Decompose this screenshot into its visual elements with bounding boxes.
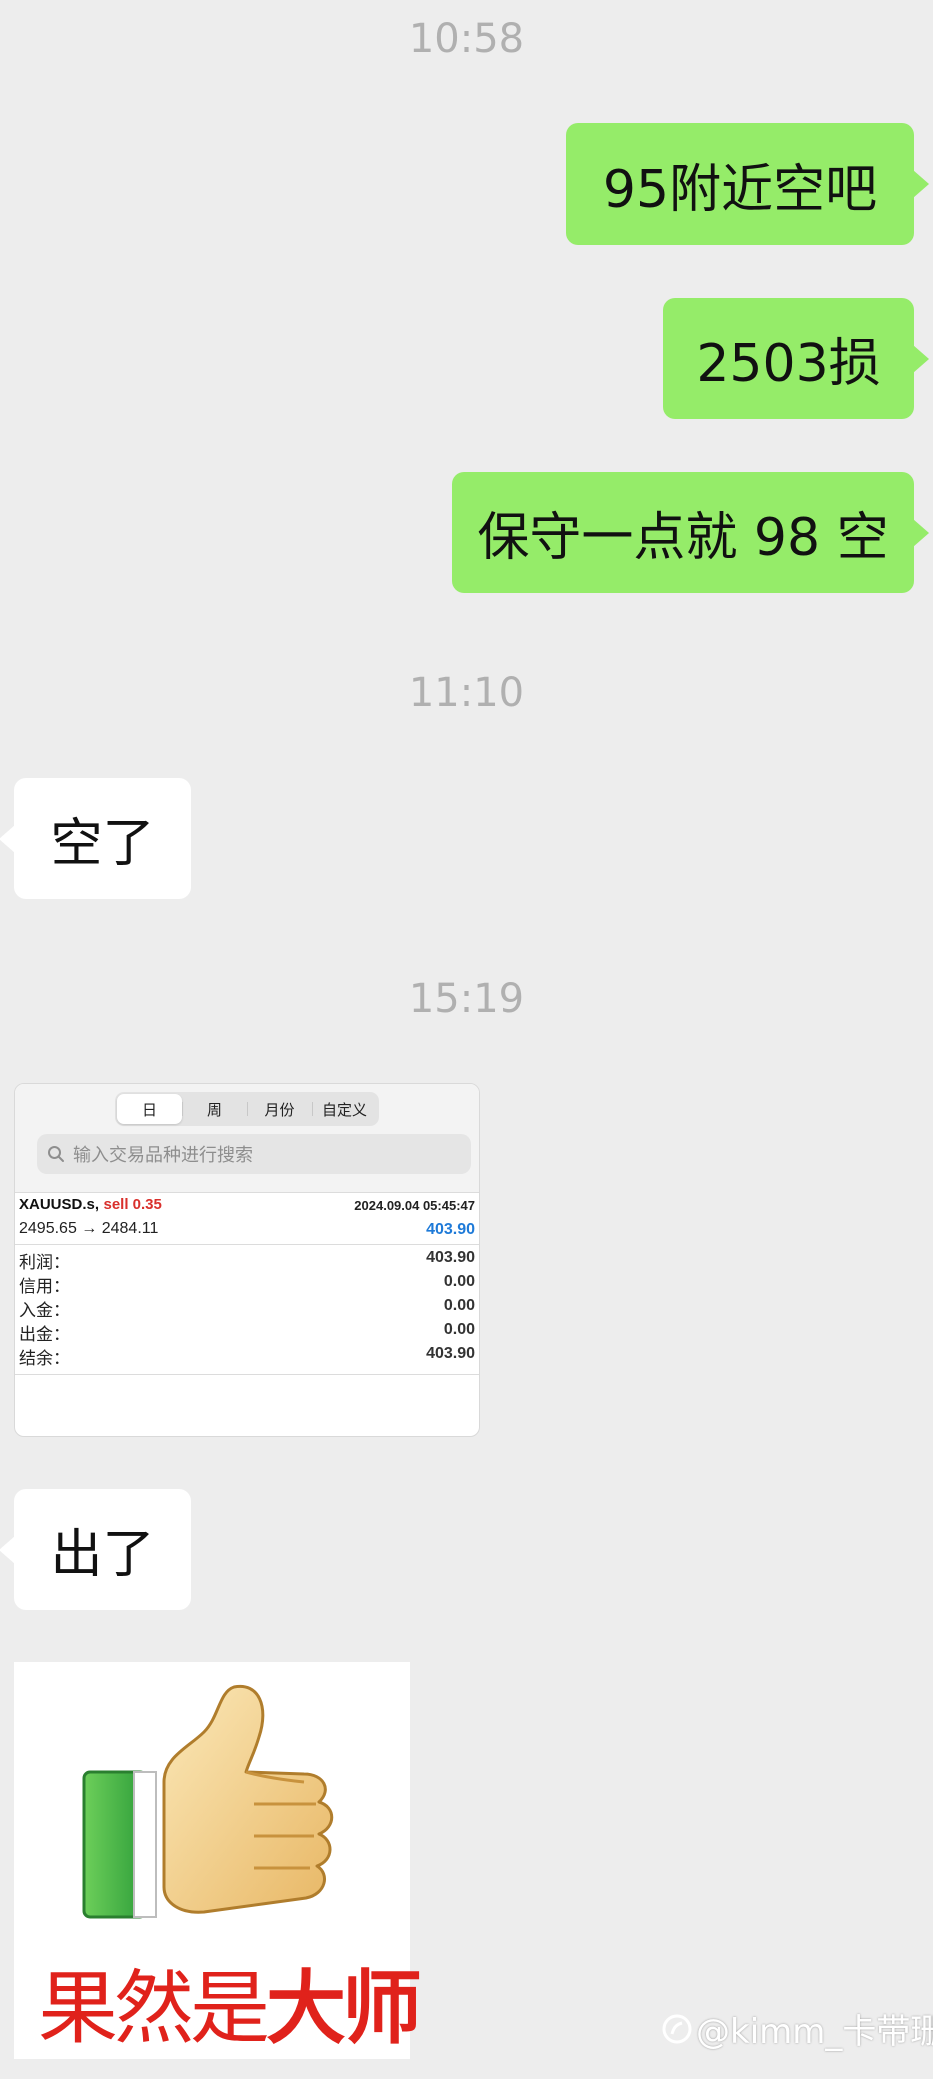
symbol: XAUUSD.s, <box>19 1196 100 1213</box>
caption-bold: 大师 <box>266 1962 422 2055</box>
divider <box>15 1192 479 1193</box>
tab-custom: 自定义 <box>312 1094 377 1124</box>
balance-label: 结余： <box>19 1349 70 1368</box>
tab-day: 日 <box>117 1094 182 1124</box>
outgoing-message[interactable]: 保守一点就 98 空 <box>452 472 929 593</box>
balance-value: 403.90 <box>426 1345 475 1362</box>
timestamp: 15:19 <box>408 976 525 1022</box>
timestamp: 11:10 <box>408 670 525 716</box>
tab-month: 月份 <box>247 1094 312 1124</box>
credit-label: 信用： <box>19 1277 70 1296</box>
price-move: 2495.65 → 2484.11 <box>19 1220 159 1237</box>
divider <box>15 1244 479 1245</box>
outgoing-message[interactable]: 95附近空吧 <box>566 123 929 245</box>
divider <box>15 1374 479 1375</box>
trade-title: XAUUSD.s, sell 0.35 <box>19 1196 162 1214</box>
search-icon <box>48 1146 64 1162</box>
trade-side: sell 0.35 <box>103 1196 162 1213</box>
trade-screenshot-message[interactable]: 日 周 月份 自定义 输入交易品种进行搜索 XAUUSD.s, sell 0.3… <box>14 1083 480 1437</box>
search-placeholder: 输入交易品种进行搜索 <box>73 1145 253 1165</box>
watermark: @kimm_卡带珊 <box>662 2004 933 2053</box>
zhihu-logo-icon <box>662 2014 692 2043</box>
period-segmented-control: 日 周 月份 自定义 <box>115 1092 379 1126</box>
profit-label: 利润： <box>19 1253 70 1272</box>
deposit-value: 0.00 <box>443 1297 475 1314</box>
thumbs-up-icon <box>82 1684 334 1919</box>
timestamp: 10:58 <box>408 16 525 62</box>
withdrawal-label: 出金： <box>19 1325 70 1344</box>
incoming-message[interactable]: 空了 <box>0 778 191 899</box>
tab-week: 周 <box>182 1094 247 1124</box>
watermark-text: @kimm_卡带珊 <box>696 2012 933 2052</box>
deposit-label: 入金： <box>19 1301 70 1320</box>
outgoing-message[interactable]: 2503损 <box>663 298 929 419</box>
thumbs-up-sticker[interactable]: 果然是大师 <box>14 1662 422 2059</box>
symbol-search-field: 输入交易品种进行搜索 <box>37 1134 471 1174</box>
sticker-caption: 果然是大师 <box>38 1944 422 2060</box>
profit-value: 403.90 <box>426 1249 475 1266</box>
trade-pnl: 403.90 <box>426 1221 475 1238</box>
credit-value: 0.00 <box>443 1273 475 1290</box>
incoming-message[interactable]: 出了 <box>0 1489 191 1610</box>
withdrawal-value: 0.00 <box>443 1321 475 1338</box>
caption-regular: 果然是 <box>38 1962 270 2055</box>
trade-datetime: 2024.09.04 05:45:47 <box>354 1198 475 1213</box>
